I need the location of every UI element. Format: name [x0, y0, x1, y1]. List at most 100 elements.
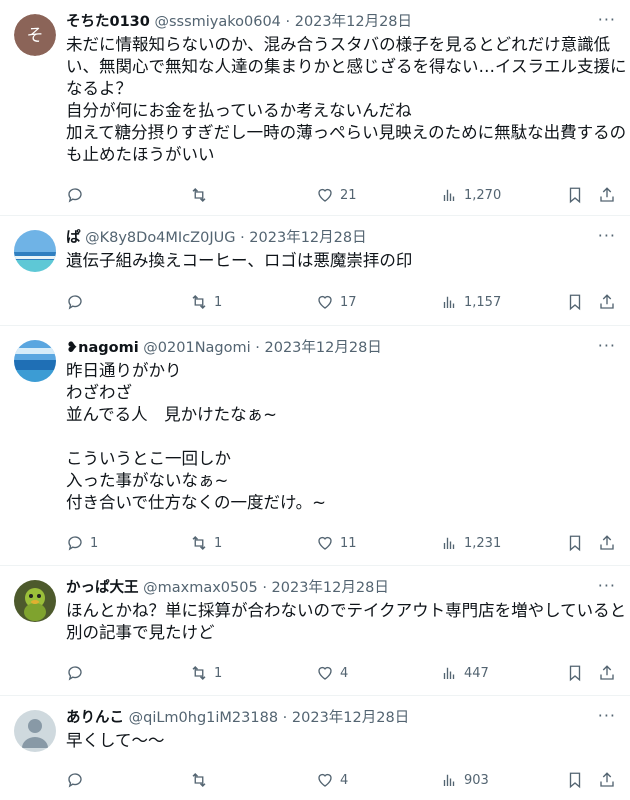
tweet-header: かっぱ大王 @maxmax0505 · 2023年12月28日 — [66, 578, 590, 598]
avatar[interactable]: そ — [14, 14, 56, 56]
separator: · — [255, 340, 260, 356]
tweet[interactable]: そ そちた0130 @sssmiyako0604 · 2023年12月28日 ·… — [0, 0, 630, 216]
share-button[interactable] — [598, 533, 616, 553]
display-name[interactable]: ありんこ — [66, 710, 124, 726]
more-options-icon[interactable]: ··· — [598, 336, 616, 355]
views-chart-icon — [443, 537, 455, 549]
retweet-button[interactable]: 1 — [190, 292, 222, 312]
more-options-icon[interactable]: ··· — [598, 576, 616, 595]
avatar-image — [14, 340, 56, 382]
heart-icon — [318, 188, 332, 202]
more-options-icon[interactable]: ··· — [598, 706, 616, 725]
retweet-icon — [192, 773, 206, 787]
bookmark-button[interactable] — [566, 533, 584, 553]
display-name[interactable]: ぱ — [66, 230, 81, 246]
tweet-text: 昨日通りがかり わざわざ 並んでる人 見かけたなぁ~ こういうとこ一回しか 入っ… — [66, 360, 622, 514]
handle[interactable]: @sssmiyako0604 — [154, 14, 280, 30]
retweet-count: 1 — [214, 665, 223, 681]
timestamp[interactable]: 2023年12月28日 — [249, 230, 366, 246]
views-count: 447 — [464, 665, 489, 681]
views-button[interactable]: 1,231 — [440, 533, 501, 553]
handle[interactable]: @qiLm0hg1iM23188 — [129, 710, 278, 726]
timestamp[interactable]: 2023年12月28日 — [265, 340, 382, 356]
avatar-image — [14, 580, 56, 622]
share-button[interactable] — [598, 292, 616, 312]
reply-icon — [68, 773, 82, 788]
timestamp[interactable]: 2023年12月28日 — [295, 14, 412, 30]
tweet[interactable]: かっぱ大王 @maxmax0505 · 2023年12月28日 ··· ほんとか… — [0, 566, 630, 696]
retweet-icon — [192, 295, 206, 309]
tweet-line: 別の記事で見たけど — [66, 623, 215, 642]
reply-button[interactable] — [66, 770, 90, 790]
display-name[interactable]: ❥nagomi — [66, 340, 139, 356]
reply-button[interactable] — [66, 185, 90, 205]
retweet-button[interactable]: 1 — [190, 663, 222, 683]
display-name[interactable]: そちた0130 — [66, 14, 150, 30]
bookmark-icon — [569, 772, 581, 789]
reply-icon — [68, 536, 82, 551]
handle[interactable]: @0201Nagomi — [143, 340, 250, 356]
retweet-button[interactable]: 1 — [190, 533, 222, 553]
bookmark-button[interactable] — [566, 185, 584, 205]
views-button[interactable]: 447 — [440, 663, 489, 683]
tweet-line: 自分が何にお金を払っているか考えないんだね — [66, 101, 412, 120]
like-button[interactable]: 4 — [316, 663, 348, 683]
tweet[interactable]: ぱ @K8y8Do4MIcZ0JUG · 2023年12月28日 ··· 遺伝子… — [0, 216, 630, 326]
separator: · — [285, 14, 291, 30]
avatar[interactable] — [14, 580, 56, 622]
retweet-button[interactable] — [190, 185, 214, 205]
views-chart-icon — [443, 774, 455, 786]
tweet-text: ほんとかね？単に採算が合わないのでテイクアウト専門店を増やしていると 別の記事で… — [66, 600, 627, 644]
views-button[interactable]: 1,270 — [440, 185, 501, 205]
more-options-icon[interactable]: ··· — [598, 226, 616, 245]
like-button[interactable]: 17 — [316, 292, 357, 312]
more-options-icon[interactable]: ··· — [598, 10, 616, 29]
tweet-header: ❥nagomi @0201Nagomi · 2023年12月28日 — [66, 338, 590, 358]
handle[interactable]: @K8y8Do4MIcZ0JUG — [85, 230, 235, 246]
avatar[interactable] — [14, 340, 56, 382]
timestamp[interactable]: 2023年12月28日 — [292, 710, 409, 726]
avatar[interactable] — [14, 710, 56, 752]
views-count: 1,231 — [464, 535, 502, 551]
share-button[interactable] — [598, 770, 616, 790]
tweet-line: 早くして〜〜 — [66, 731, 165, 750]
tweet-line: 未だに情報知らないのか、混み合うスタバの様子を見るとどれだけ意識低 — [66, 35, 611, 54]
retweet-button[interactable] — [190, 770, 214, 790]
tweet[interactable]: ❥nagomi @0201Nagomi · 2023年12月28日 ··· 昨日… — [0, 326, 630, 566]
reply-button[interactable] — [66, 292, 90, 312]
tweet-line: い、無関心で無知な人達の集まりかと感じざるを得ない…イスラエル支援に — [66, 57, 627, 76]
tweet-line: 遺伝子組み換えコーヒー、ロゴは悪魔崇拝の印 — [66, 251, 413, 270]
like-button[interactable]: 4 — [316, 770, 348, 790]
bookmark-button[interactable] — [566, 770, 584, 790]
views-button[interactable]: 903 — [440, 770, 489, 790]
handle[interactable]: @maxmax0505 — [143, 580, 258, 596]
like-button[interactable]: 21 — [316, 185, 357, 205]
heart-icon — [318, 536, 332, 550]
tweet-text: 未だに情報知らないのか、混み合うスタバの様子を見るとどれだけ意識低 い、無関心で… — [66, 34, 627, 166]
share-button[interactable] — [598, 663, 616, 683]
timestamp[interactable]: 2023年12月28日 — [272, 580, 389, 596]
views-button[interactable]: 1,157 — [440, 292, 501, 312]
views-count: 1,157 — [464, 294, 502, 310]
avatar[interactable] — [14, 230, 56, 272]
tweet-line: 加えて糖分摂りすぎだし一時の薄っぺらい見映えのために無駄な出費するの — [66, 123, 627, 142]
reply-button[interactable]: 1 — [66, 533, 98, 553]
like-count: 4 — [340, 772, 349, 788]
tweet-line: ほんとかね？単に採算が合わないのでテイクアウト専門店を増やしていると — [66, 601, 627, 620]
share-icon — [600, 772, 614, 787]
display-name[interactable]: かっぱ大王 — [66, 580, 139, 596]
share-button[interactable] — [598, 185, 616, 205]
like-count: 11 — [340, 535, 357, 551]
avatar-image — [14, 230, 56, 272]
retweet-icon — [192, 536, 206, 550]
retweet-count: 1 — [214, 535, 223, 551]
tweet[interactable]: ありんこ @qiLm0hg1iM23188 · 2023年12月28日 ··· … — [0, 696, 630, 800]
bookmark-button[interactable] — [566, 292, 584, 312]
reply-icon — [68, 295, 82, 310]
tweet-header: ありんこ @qiLm0hg1iM23188 · 2023年12月28日 — [66, 708, 590, 728]
share-icon — [600, 665, 614, 680]
reply-button[interactable] — [66, 663, 90, 683]
like-button[interactable]: 11 — [316, 533, 357, 553]
separator: · — [262, 580, 267, 596]
bookmark-button[interactable] — [566, 663, 584, 683]
